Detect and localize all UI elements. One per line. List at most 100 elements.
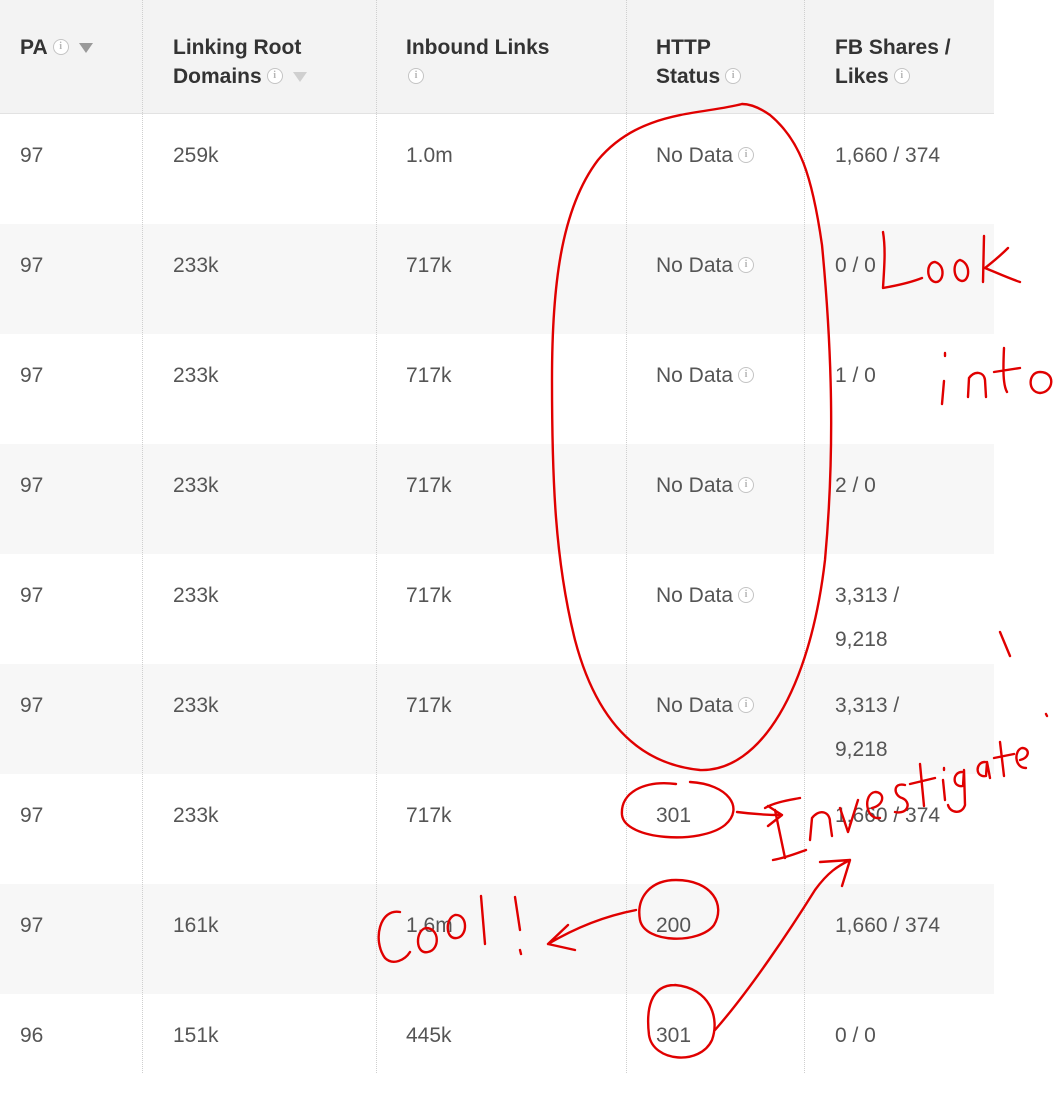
cell-fb-shares-likes: 1,660 / 374 — [835, 904, 985, 948]
cell-fb-shares-likes: 3,313 / 9,218 — [835, 684, 985, 772]
cell-fb-value: 1,660 / 374 — [835, 144, 941, 167]
column-header-pa[interactable]: PA i — [20, 33, 93, 62]
cell-inbound-links-value: 717k — [406, 694, 452, 717]
column-divider — [376, 0, 377, 1073]
cell-http-status: No Data i — [656, 684, 755, 728]
cell-pa-value: 96 — [20, 1024, 44, 1047]
cell-pa-value: 97 — [20, 694, 44, 717]
cell-pa-value: 97 — [20, 144, 44, 167]
table-row[interactable]: 97 233k 717k No Data i 0 / 0 — [0, 224, 994, 334]
cell-pa: 97 — [20, 464, 43, 508]
cell-http-status-value: No Data — [656, 144, 734, 167]
cell-linking-root-domains: 233k — [173, 354, 219, 398]
column-header-linking-root-domains[interactable]: Linking Root Domains i — [173, 33, 307, 91]
table-row[interactable]: 97 259k 1.0m No Data i 1,660 / 374 — [0, 114, 994, 224]
column-header-http-line2: Status — [656, 65, 721, 88]
table-row[interactable]: 97 233k 717k No Data i 3,313 / 9,218 — [0, 554, 994, 664]
cell-inbound-links: 445k — [406, 1014, 452, 1058]
column-header-fb-line1: FB Shares / — [835, 36, 951, 59]
cell-fb-value: 1,660 / 374 — [835, 804, 941, 827]
column-header-lrd-line2: Domains — [173, 65, 262, 88]
cell-pa-value: 97 — [20, 254, 44, 277]
info-icon[interactable]: i — [738, 257, 755, 274]
cell-fb-value: 0 / 0 — [835, 1024, 876, 1047]
cell-http-status-value: 200 — [656, 914, 692, 937]
cell-http-status: No Data i — [656, 464, 755, 508]
column-header-pa-label: PA — [20, 36, 48, 59]
cell-inbound-links: 717k — [406, 244, 452, 288]
sort-icon[interactable] — [292, 72, 307, 83]
cell-linking-root-domains-value: 233k — [173, 364, 219, 387]
cell-pa-value: 97 — [20, 914, 44, 937]
info-icon[interactable]: i — [738, 477, 755, 494]
table-row[interactable]: 97 161k 1.6m 200 1,660 / 374 — [0, 884, 994, 994]
info-icon[interactable]: i — [52, 39, 69, 56]
cell-pa-value: 97 — [20, 804, 44, 827]
cell-fb-value-cont: 9,218 — [835, 628, 888, 651]
info-icon[interactable]: i — [738, 697, 755, 714]
column-divider — [142, 0, 143, 1073]
table-row[interactable]: 97 233k 717k No Data i 3,313 / 9,218 — [0, 664, 994, 774]
column-header-http-status[interactable]: HTTP Status i — [656, 33, 742, 91]
cell-pa-value: 97 — [20, 584, 44, 607]
cell-fb-value: 0 / 0 — [835, 254, 876, 277]
cell-fb-shares-likes: 1,660 / 374 — [835, 794, 985, 838]
cell-inbound-links-value: 445k — [406, 1024, 452, 1047]
cell-fb-value-cont: 9,218 — [835, 738, 888, 761]
cell-linking-root-domains-value: 233k — [173, 474, 219, 497]
cell-linking-root-domains: 259k — [173, 134, 219, 178]
cell-pa: 97 — [20, 904, 43, 948]
info-icon[interactable]: i — [893, 68, 910, 85]
cell-pa-value: 97 — [20, 364, 44, 387]
cell-linking-root-domains-value: 233k — [173, 584, 219, 607]
cell-inbound-links-value: 717k — [406, 364, 452, 387]
cell-http-status-value: No Data — [656, 254, 734, 277]
column-header-fb-shares-likes[interactable]: FB Shares / Likes i — [835, 33, 951, 91]
column-header-inbound-links[interactable]: Inbound Links i — [406, 33, 549, 91]
cell-inbound-links-value: 1.6m — [406, 914, 453, 937]
annotation-into-o — [1029, 370, 1053, 395]
cell-pa: 97 — [20, 684, 43, 728]
info-icon[interactable]: i — [725, 68, 742, 85]
cell-pa: 97 — [20, 574, 43, 618]
cell-http-status: No Data i — [656, 244, 755, 288]
table-row[interactable]: 96 151k 445k 301 0 / 0 — [0, 994, 994, 1104]
column-divider — [626, 0, 627, 1073]
table-row[interactable]: 97 233k 717k No Data i 1 / 0 — [0, 334, 994, 444]
table-row[interactable]: 97 233k 717k No Data i 2 / 0 — [0, 444, 994, 554]
column-header-inbound-label: Inbound Links — [406, 36, 550, 59]
cell-pa: 97 — [20, 134, 43, 178]
cell-fb-shares-likes: 0 / 0 — [835, 1014, 985, 1058]
info-icon[interactable]: i — [408, 68, 424, 85]
info-icon[interactable]: i — [266, 68, 283, 85]
info-icon[interactable]: i — [738, 587, 755, 604]
cell-http-status: 301 — [656, 1014, 691, 1058]
cell-inbound-links-value: 717k — [406, 474, 452, 497]
cell-http-status: No Data i — [656, 134, 755, 178]
cell-fb-value: 3,313 / — [835, 694, 900, 717]
cell-inbound-links: 717k — [406, 574, 452, 618]
cell-http-status-value: 301 — [656, 1024, 692, 1047]
cell-linking-root-domains: 233k — [173, 574, 219, 618]
column-header-http-line1: HTTP — [656, 36, 711, 59]
annotation-into-t — [992, 346, 1022, 394]
cell-http-status-value: No Data — [656, 584, 734, 607]
info-icon[interactable]: i — [738, 367, 755, 384]
cell-pa: 97 — [20, 354, 43, 398]
cell-inbound-links: 717k — [406, 794, 452, 838]
cell-inbound-links-value: 717k — [406, 254, 452, 277]
info-icon[interactable]: i — [738, 147, 755, 164]
column-header-lrd-line1: Linking Root — [173, 36, 302, 59]
cell-fb-value: 1 / 0 — [835, 364, 876, 387]
cell-fb-value: 3,313 / — [835, 584, 900, 607]
cell-inbound-links: 717k — [406, 464, 452, 508]
sort-desc-icon[interactable] — [78, 43, 93, 54]
table-row[interactable]: 97 233k 717k 301 1,660 / 374 — [0, 774, 994, 884]
cell-fb-shares-likes: 1,660 / 374 — [835, 134, 985, 178]
cell-http-status: No Data i — [656, 354, 755, 398]
cell-linking-root-domains-value: 151k — [173, 1024, 219, 1047]
cell-http-status-value: No Data — [656, 474, 734, 497]
cell-pa: 97 — [20, 244, 43, 288]
cell-linking-root-domains: 233k — [173, 464, 219, 508]
cell-linking-root-domains: 233k — [173, 794, 219, 838]
